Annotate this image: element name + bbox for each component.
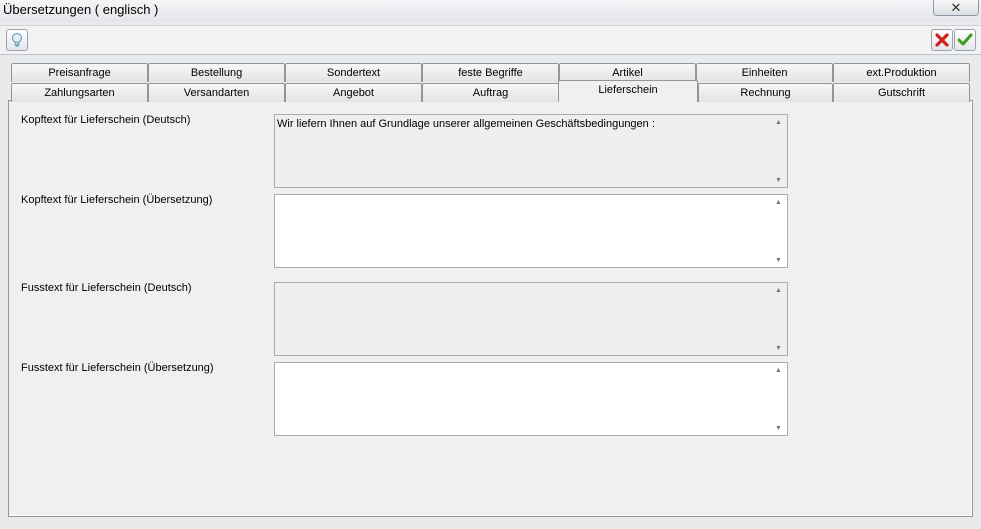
- kopftext-uebersetzung-textarea[interactable]: ▲ ▼: [274, 194, 788, 268]
- kopftext-uebersetzung-label: Kopftext für Lieferschein (Übersetzung): [21, 194, 213, 206]
- title-bar: Übersetzungen ( englisch ) ✕: [0, 0, 981, 22]
- fusstext-deutsch-label: Fusstext für Lieferschein (Deutsch): [21, 282, 192, 294]
- red-x-icon: [935, 33, 949, 47]
- scroll-up-icon[interactable]: ▲: [770, 367, 787, 374]
- tab-versandarten[interactable]: Versandarten: [148, 83, 285, 102]
- tab-lieferschein[interactable]: Lieferschein: [558, 80, 698, 102]
- vertical-scrollbar[interactable]: ▲ ▼: [770, 363, 787, 435]
- kopftext-deutsch-label: Kopftext für Lieferschein (Deutsch): [21, 114, 191, 126]
- tab-sondertext[interactable]: Sondertext: [285, 63, 422, 82]
- window-title: Übersetzungen ( englisch ): [3, 2, 159, 17]
- tab-preisanfrage[interactable]: Preisanfrage: [11, 63, 148, 82]
- scroll-down-icon[interactable]: ▼: [770, 177, 787, 184]
- tab-feste-begriffe[interactable]: feste Begriffe: [422, 63, 559, 82]
- toolbar: [0, 25, 981, 55]
- scroll-down-icon[interactable]: ▼: [770, 425, 787, 432]
- tab-rechnung[interactable]: Rechnung: [698, 83, 833, 102]
- kopftext-deutsch-textarea[interactable]: Wir liefern Ihnen auf Grundlage unserer …: [274, 114, 788, 188]
- scroll-up-icon[interactable]: ▲: [770, 199, 787, 206]
- tab-einheiten[interactable]: Einheiten: [696, 63, 833, 82]
- vertical-scrollbar[interactable]: ▲ ▼: [770, 283, 787, 355]
- hint-button[interactable]: [6, 29, 28, 51]
- tab-angebot[interactable]: Angebot: [285, 83, 422, 102]
- lightbulb-icon: [12, 33, 22, 47]
- tab-ext-produktion[interactable]: ext.Produktion: [833, 63, 970, 82]
- scroll-down-icon[interactable]: ▼: [770, 257, 787, 264]
- window-close-button[interactable]: ✕: [933, 0, 979, 16]
- tab-bestellung[interactable]: Bestellung: [148, 63, 285, 82]
- vertical-scrollbar[interactable]: ▲ ▼: [770, 195, 787, 267]
- cancel-button[interactable]: [931, 29, 953, 51]
- scroll-up-icon[interactable]: ▲: [770, 119, 787, 126]
- fusstext-uebersetzung-textarea[interactable]: ▲ ▼: [274, 362, 788, 436]
- tab-auftrag[interactable]: Auftrag: [422, 83, 559, 102]
- fusstext-uebersetzung-label: Fusstext für Lieferschein (Übersetzung): [21, 362, 214, 374]
- tab-gutschrift[interactable]: Gutschrift: [833, 83, 970, 102]
- green-check-icon: [957, 33, 973, 46]
- confirm-button[interactable]: [954, 29, 976, 51]
- tab-zahlungsarten[interactable]: Zahlungsarten: [11, 83, 148, 102]
- kopftext-deutsch-value: Wir liefern Ihnen auf Grundlage unserer …: [277, 118, 655, 130]
- scroll-up-icon[interactable]: ▲: [770, 287, 787, 294]
- fusstext-deutsch-textarea[interactable]: ▲ ▼: [274, 282, 788, 356]
- scroll-down-icon[interactable]: ▼: [770, 345, 787, 352]
- vertical-scrollbar[interactable]: ▲ ▼: [770, 115, 787, 187]
